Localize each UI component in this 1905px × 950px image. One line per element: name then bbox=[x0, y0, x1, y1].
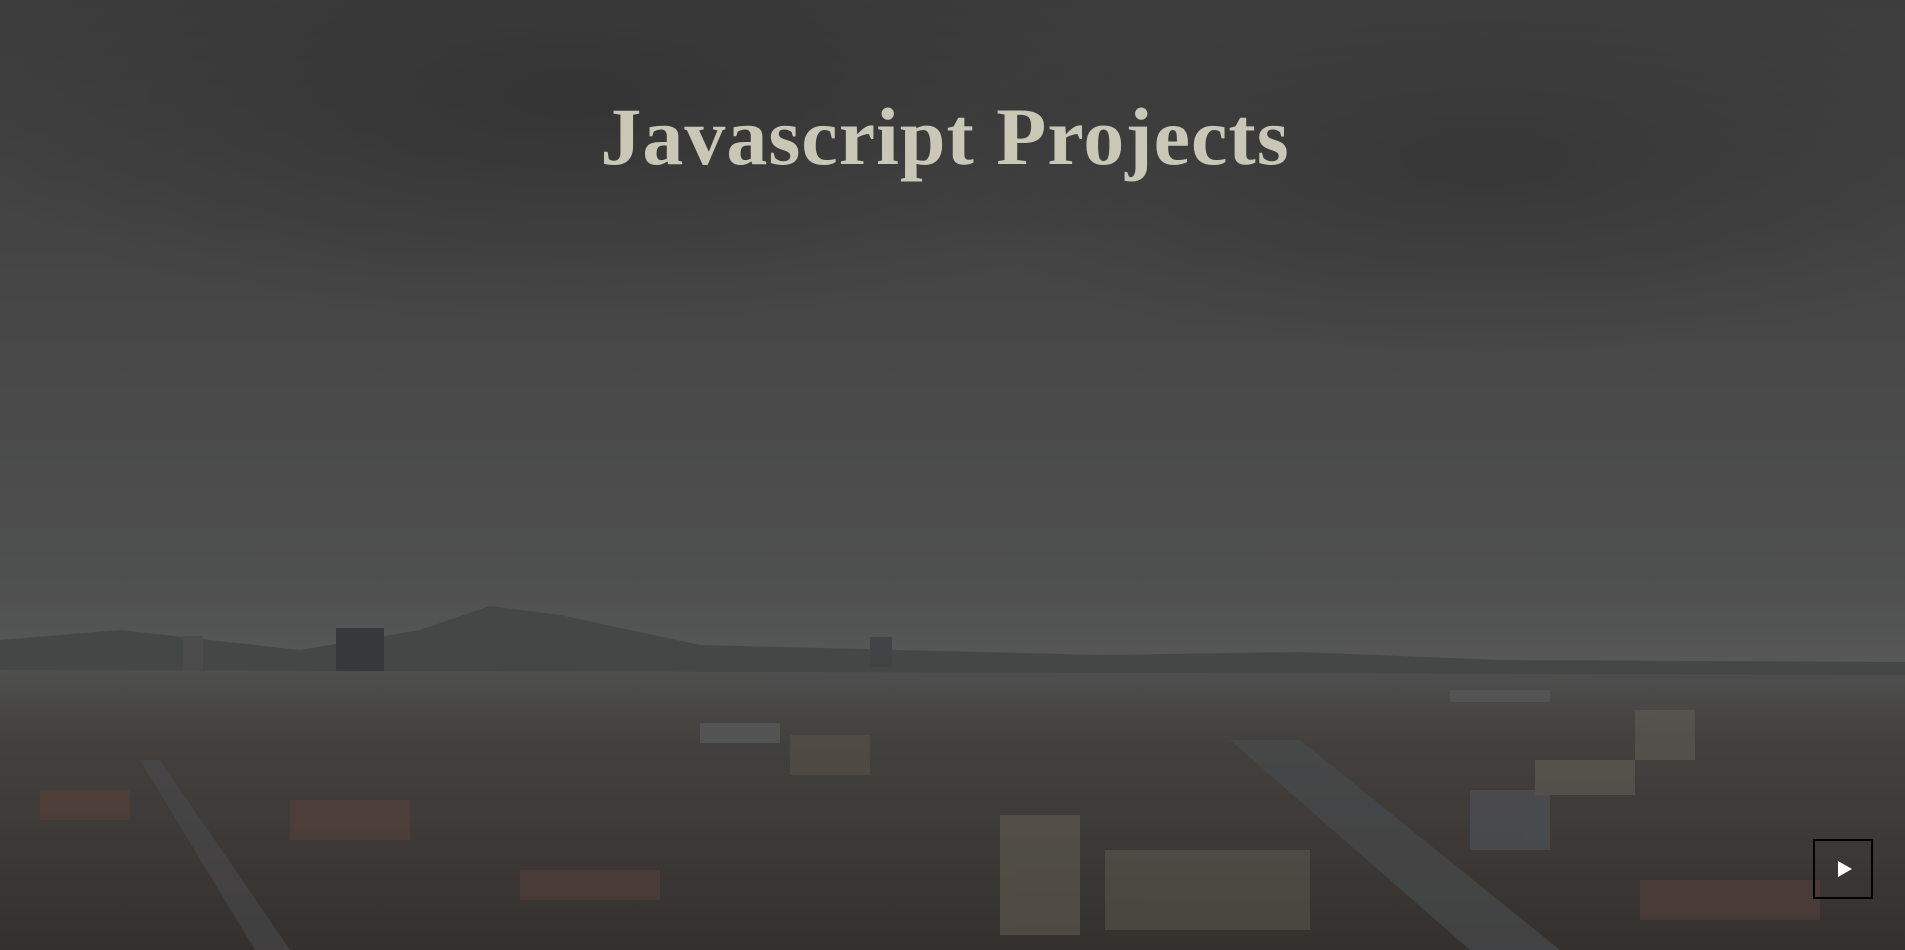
page-title: Javascript Projects bbox=[600, 91, 1290, 182]
play-icon bbox=[1838, 861, 1852, 877]
hero-section: Javascript Projects bbox=[0, 0, 1905, 950]
play-button[interactable] bbox=[1813, 839, 1873, 899]
